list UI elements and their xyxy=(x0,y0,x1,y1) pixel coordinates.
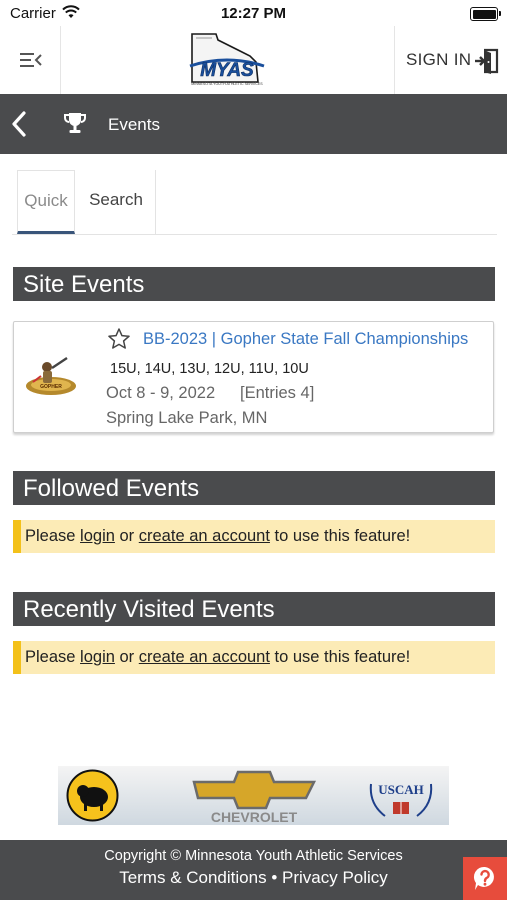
create-account-link[interactable]: create an account xyxy=(139,527,270,545)
login-link[interactable]: login xyxy=(80,527,115,545)
myas-logo[interactable]: MYAS MINNESOTA YOUTH ATHLETIC SERVICES xyxy=(188,32,266,88)
copyright-text: Copyright © Minnesota Youth Athletic Ser… xyxy=(104,848,403,864)
followed-login-notice: Please login or create an account to use… xyxy=(13,520,495,553)
notice-middle: or xyxy=(114,648,139,666)
battery-icon xyxy=(470,7,501,21)
footer-separator: • xyxy=(271,868,278,887)
tab-quick[interactable]: Quick xyxy=(17,170,75,234)
notice-suffix: to use this feature! xyxy=(269,527,411,545)
status-time: 12:27 PM xyxy=(220,5,287,22)
create-account-link[interactable]: create an account xyxy=(139,648,270,666)
event-entries: [Entries 4] xyxy=(240,384,315,402)
app-header: MYAS MINNESOTA YOUTH ATHLETIC SERVICES S… xyxy=(0,26,507,95)
menu-button[interactable] xyxy=(0,26,61,94)
event-card[interactable]: GOPHER BB-2023 | Gopher State Fall Champ… xyxy=(13,321,494,433)
svg-text:MINNESOTA YOUTH ATHLETIC SERVI: MINNESOTA YOUTH ATHLETIC SERVICES xyxy=(191,82,263,86)
help-button[interactable] xyxy=(463,857,507,900)
event-title-link[interactable]: BB-2023 | Gopher State Fall Championship… xyxy=(143,330,468,349)
svg-text:USCAH: USCAH xyxy=(378,782,424,797)
event-dates: Oct 8 - 9, 2022 xyxy=(106,384,216,402)
status-bar: Carrier 12:27 PM xyxy=(0,0,507,26)
sign-in-label: SIGN IN xyxy=(406,50,472,69)
svg-text:MYAS: MYAS xyxy=(200,60,254,81)
recently-visited-heading: Recently Visited Events xyxy=(13,592,495,626)
event-age-groups: 15U, 14U, 13U, 12U, 11U, 10U xyxy=(110,361,309,377)
followed-events-heading: Followed Events xyxy=(13,471,495,505)
star-icon[interactable] xyxy=(107,327,131,356)
menu-collapse-icon xyxy=(20,52,44,73)
event-logo: GOPHER xyxy=(23,354,79,398)
svg-text:GOPHER: GOPHER xyxy=(40,384,62,390)
event-tabs: Quick Search xyxy=(12,170,497,235)
back-arrow-icon[interactable] xyxy=(10,110,28,143)
login-link[interactable]: login xyxy=(80,648,115,666)
footer: Copyright © Minnesota Youth Athletic Ser… xyxy=(0,840,507,900)
tab-search[interactable]: Search xyxy=(77,170,156,234)
section-nav-bar: Events xyxy=(0,94,507,154)
event-location: Spring Lake Park, MN xyxy=(106,409,268,427)
help-question-icon xyxy=(473,866,497,897)
sponsor-banner[interactable]: CHEVROLET USCAH xyxy=(58,766,449,825)
notice-suffix: to use this feature! xyxy=(269,648,411,666)
trophy-icon xyxy=(63,111,87,140)
sign-in-button[interactable]: SIGN IN xyxy=(394,26,507,94)
chevrolet-logo: CHEVROLET xyxy=(188,768,320,825)
notice-prefix: Please xyxy=(25,527,81,545)
page-title: Events xyxy=(108,115,160,134)
privacy-link[interactable]: Privacy Policy xyxy=(282,868,388,887)
sign-in-icon xyxy=(475,48,499,79)
buffalo-wild-wings-logo xyxy=(66,769,119,822)
footer-links: Terms & Conditions • Privacy Policy xyxy=(0,868,507,888)
uscah-logo: USCAH xyxy=(363,768,439,824)
recent-login-notice: Please login or create an account to use… xyxy=(13,641,495,674)
notice-prefix: Please xyxy=(25,648,81,666)
svg-text:CHEVROLET: CHEVROLET xyxy=(211,809,298,824)
site-events-heading: Site Events xyxy=(13,267,495,301)
notice-middle: or xyxy=(114,527,139,545)
terms-link[interactable]: Terms & Conditions xyxy=(119,868,266,887)
